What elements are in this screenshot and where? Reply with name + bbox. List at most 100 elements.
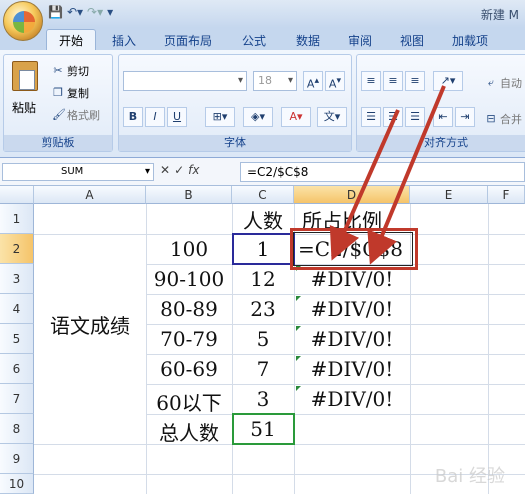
office-logo-icon xyxy=(13,11,35,33)
align-top-icon[interactable]: ≡ xyxy=(361,71,381,91)
grow-font-button[interactable]: A▴ xyxy=(303,71,323,91)
cell-a-merged[interactable]: 语文成绩 xyxy=(34,310,146,339)
bold-button[interactable]: B xyxy=(123,107,143,127)
select-all-corner[interactable] xyxy=(0,186,34,204)
cell-c3[interactable]: 12 xyxy=(232,267,294,291)
column-header-a[interactable]: A xyxy=(34,186,146,204)
align-bottom-icon[interactable]: ≡ xyxy=(405,71,425,91)
name-box[interactable]: SUM xyxy=(2,163,154,181)
customize-qat-icon[interactable]: ▾ xyxy=(107,5,113,19)
save-icon[interactable]: 💾 xyxy=(48,5,63,19)
error-indicator-icon[interactable] xyxy=(296,296,301,301)
cell-b5[interactable]: 70-79 xyxy=(146,327,232,351)
merge-button[interactable]: ⊟ 合并 xyxy=(485,111,522,127)
row-header-10[interactable]: 10 xyxy=(0,474,34,494)
row-header-9[interactable]: 9 xyxy=(0,444,34,474)
paste-icon[interactable] xyxy=(12,61,38,91)
font-size-combo[interactable]: 18 xyxy=(253,71,297,91)
column-header-d[interactable]: D xyxy=(294,186,410,204)
column-header-f[interactable]: F xyxy=(488,186,525,204)
cell-b2[interactable]: 100 xyxy=(146,237,232,261)
tab-page-layout[interactable]: 页面布局 xyxy=(164,32,212,49)
align-middle-icon[interactable]: ≡ xyxy=(383,71,403,91)
cancel-icon[interactable]: ✕ xyxy=(160,163,170,177)
font-name-combo[interactable] xyxy=(123,71,247,91)
cell-c4[interactable]: 23 xyxy=(232,297,294,321)
copy-label: 复制 xyxy=(67,87,89,100)
format-painter-label: 格式刷 xyxy=(67,109,100,122)
underline-button[interactable]: U xyxy=(167,107,187,127)
tab-insert[interactable]: 插入 xyxy=(112,32,136,49)
ribbon-tabs: 开始 插入 页面布局 公式 数据 审阅 视图 加载项 xyxy=(0,28,525,51)
gridline xyxy=(488,204,489,494)
tab-data[interactable]: 数据 xyxy=(296,32,320,49)
insert-function-icon[interactable]: fx xyxy=(188,163,199,177)
gridline xyxy=(146,324,525,325)
shrink-font-button[interactable]: A▾ xyxy=(325,71,345,91)
align-left-icon[interactable]: ☰ xyxy=(361,107,381,127)
row-header-1[interactable]: 1 xyxy=(0,204,34,234)
tab-formulas[interactable]: 公式 xyxy=(242,32,266,49)
cell-c5[interactable]: 5 xyxy=(232,327,294,351)
column-header-e[interactable]: E xyxy=(410,186,488,204)
alignment-group: ≡ ≡ ≡ ↗▾ ☰ ☰ ☰ ⇤ ⇥ ⤶ 自动 ⊟ 合并 对齐方式 xyxy=(356,54,525,152)
tab-addins[interactable]: 加载项 xyxy=(452,32,488,49)
cell-c7[interactable]: 3 xyxy=(232,387,294,411)
undo-icon[interactable]: ↶▾ xyxy=(67,5,83,19)
baidu-watermark: Bai 经验 xyxy=(434,466,505,487)
align-center-icon[interactable]: ☰ xyxy=(383,107,403,127)
cell-d3[interactable]: #DIV/0! xyxy=(294,267,410,291)
tab-view[interactable]: 视图 xyxy=(400,32,424,49)
cell-b4[interactable]: 80-89 xyxy=(146,297,232,321)
row-header-8[interactable]: 8 xyxy=(0,414,34,444)
error-indicator-icon[interactable] xyxy=(296,356,301,361)
formula-bar: SUM ✕ ✓ fx =C2/$C$8 xyxy=(0,158,525,186)
cell-c1[interactable]: 人数 xyxy=(232,205,294,234)
increase-indent-icon[interactable]: ⇥ xyxy=(455,107,475,127)
cell-d4[interactable]: #DIV/0! xyxy=(294,297,410,321)
cell-b7[interactable]: 60以下 xyxy=(146,387,232,416)
tab-review[interactable]: 审阅 xyxy=(348,32,372,49)
row-header-5[interactable]: 5 xyxy=(0,324,34,354)
ribbon: 粘贴 ✂ 剪切 ❐ 复制 🖌格式刷 剪贴板 18 A▴ A▾ B I U ⊞▾ ◈▾… xyxy=(0,50,525,158)
italic-button[interactable]: I xyxy=(145,107,165,127)
paste-button[interactable]: 粘贴 xyxy=(12,99,36,116)
error-indicator-icon[interactable] xyxy=(296,326,301,331)
row-header-3[interactable]: 3 xyxy=(0,264,34,294)
decrease-indent-icon[interactable]: ⇤ xyxy=(433,107,453,127)
format-painter-button[interactable]: 🖌 格式刷 xyxy=(52,107,100,123)
borders-button[interactable]: ⊞▾ xyxy=(205,107,235,127)
merge-label: 合并 xyxy=(500,113,522,126)
copy-button[interactable]: ❐ 复制 xyxy=(52,85,89,101)
tab-home[interactable]: 开始 xyxy=(46,29,97,51)
cell-d6[interactable]: #DIV/0! xyxy=(294,357,410,381)
row-header-6[interactable]: 6 xyxy=(0,354,34,384)
font-color-button[interactable]: A▾ xyxy=(281,107,311,127)
enter-icon[interactable]: ✓ xyxy=(174,163,184,177)
cell-c6[interactable]: 7 xyxy=(232,357,294,381)
row-header-4[interactable]: 4 xyxy=(0,294,34,324)
fill-color-button[interactable]: ◈▾ xyxy=(243,107,273,127)
cell-b6[interactable]: 60-69 xyxy=(146,357,232,381)
cell-d7[interactable]: #DIV/0! xyxy=(294,387,410,411)
redo-icon[interactable]: ↷▾ xyxy=(87,5,103,19)
column-header-c[interactable]: C xyxy=(232,186,294,204)
office-button[interactable] xyxy=(3,1,43,41)
formula-input[interactable]: =C2/$C$8 xyxy=(240,162,525,182)
row-header-2[interactable]: 2 xyxy=(0,234,34,264)
row-header-7[interactable]: 7 xyxy=(0,384,34,414)
align-right-icon[interactable]: ☰ xyxy=(405,107,425,127)
error-indicator-icon[interactable] xyxy=(296,386,301,391)
font-group: 18 A▴ A▾ B I U ⊞▾ ◈▾ A▾ 文▾ 字体 xyxy=(118,54,352,152)
cut-button[interactable]: ✂ 剪切 xyxy=(52,63,89,79)
phonetic-button[interactable]: 文▾ xyxy=(317,107,347,127)
orientation-button[interactable]: ↗▾ xyxy=(433,71,463,91)
cell-d5[interactable]: #DIV/0! xyxy=(294,327,410,351)
wrap-text-button[interactable]: ⤶ 自动 xyxy=(485,75,522,91)
gridline xyxy=(146,354,525,355)
column-header-b[interactable]: B xyxy=(146,186,232,204)
cell-b3[interactable]: 90-100 xyxy=(146,267,232,291)
cell-b8[interactable]: 总人数 xyxy=(146,417,232,446)
window-title: 新建 M xyxy=(480,8,519,22)
gridline xyxy=(146,294,525,295)
